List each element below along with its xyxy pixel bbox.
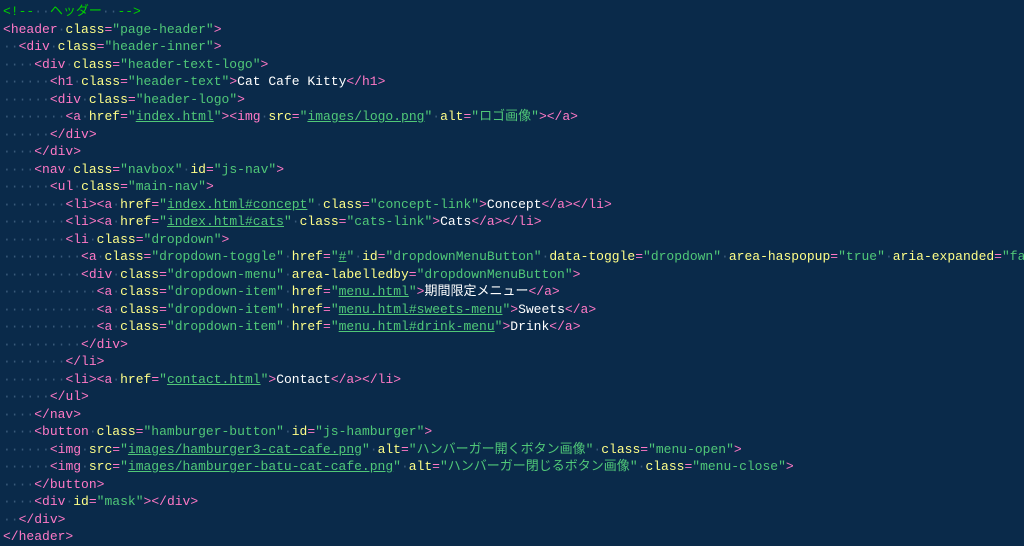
code-line[interactable]: ······</div>	[3, 126, 1024, 144]
code-line[interactable]: ····</button>	[3, 476, 1024, 494]
code-line[interactable]: ··</div>	[3, 511, 1024, 529]
code-line[interactable]: ······<img·src="images/hamburger3-cat-ca…	[3, 441, 1024, 459]
code-line[interactable]: ······</ul>	[3, 388, 1024, 406]
code-line[interactable]: ······<div·class="header-logo">	[3, 91, 1024, 109]
code-line[interactable]: ······<img·src="images/hamburger-batu-ca…	[3, 458, 1024, 476]
code-line[interactable]: ··········<div·class="dropdown-menu"·are…	[3, 266, 1024, 284]
code-line[interactable]: ········<li><a·href="index.html#cats"·cl…	[3, 213, 1024, 231]
code-line[interactable]: ········<li><a·href="contact.html">Conta…	[3, 371, 1024, 389]
code-line[interactable]: ········<li><a·href="index.html#concept"…	[3, 196, 1024, 214]
code-editor[interactable]: <!--··ヘッダー··--><header·class="page-heade…	[0, 0, 1024, 546]
code-line[interactable]: ····</div>	[3, 143, 1024, 161]
code-line[interactable]: ········<a·href="index.html"><img·src="i…	[3, 108, 1024, 126]
code-line[interactable]: ··········</div>	[3, 336, 1024, 354]
code-line[interactable]: ··<div·class="header-inner">	[3, 38, 1024, 56]
code-line[interactable]: <header·class="page-header">	[3, 21, 1024, 39]
code-line[interactable]: ············<a·class="dropdown-item"·hre…	[3, 283, 1024, 301]
code-line[interactable]: ··········<a·class="dropdown-toggle"·hre…	[3, 248, 1024, 266]
code-line[interactable]: <!--··ヘッダー··-->	[3, 3, 1024, 21]
code-line[interactable]: ····<div·class="header-text-logo">	[3, 56, 1024, 74]
code-line[interactable]: ············<a·class="dropdown-item"·hre…	[3, 318, 1024, 336]
code-line[interactable]: ····<div·id="mask"></div>	[3, 493, 1024, 511]
code-line[interactable]: ······<ul·class="main-nav">	[3, 178, 1024, 196]
code-line[interactable]: ····<nav·class="navbox"·id="js-nav">	[3, 161, 1024, 179]
code-line[interactable]: ······<h1·class="header-text">Cat Cafe K…	[3, 73, 1024, 91]
code-line[interactable]: ········</li>	[3, 353, 1024, 371]
code-line[interactable]: ····</nav>	[3, 406, 1024, 424]
code-line[interactable]: ········<li·class="dropdown">	[3, 231, 1024, 249]
code-line[interactable]: ············<a·class="dropdown-item"·hre…	[3, 301, 1024, 319]
code-line[interactable]: ····<button·class="hamburger-button"·id=…	[3, 423, 1024, 441]
